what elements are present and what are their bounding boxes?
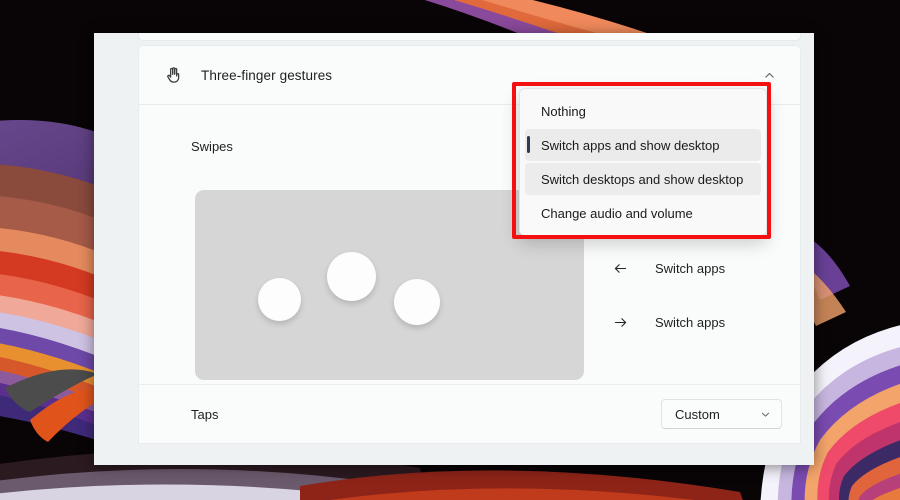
dropdown-option-nothing[interactable]: Nothing bbox=[525, 95, 761, 127]
swipe-action-right[interactable]: Switch apps bbox=[607, 295, 797, 349]
swipes-label: Swipes bbox=[191, 139, 233, 154]
chevron-down-icon bbox=[760, 409, 771, 420]
selection-accent-bar bbox=[527, 136, 530, 153]
finger-dot-center bbox=[327, 252, 376, 301]
dropdown-option-nothing-label: Nothing bbox=[541, 103, 586, 119]
taps-label: Taps bbox=[191, 406, 219, 422]
screen: Three-finger gestures Swipes Switch apps… bbox=[0, 0, 900, 500]
three-finger-gestures-dropdown[interactable]: Nothing Switch apps and show desktop Swi… bbox=[519, 88, 767, 236]
dropdown-option-change-audio-and-volume[interactable]: Change audio and volume bbox=[525, 197, 761, 229]
dropdown-option-switch-desktops-and-show-desktop[interactable]: Switch desktops and show desktop bbox=[525, 163, 761, 195]
dropdown-option-change-audio-and-volume-label: Change audio and volume bbox=[541, 205, 693, 221]
previous-setting-card-partial bbox=[138, 33, 801, 41]
three-finger-hand-icon bbox=[159, 60, 189, 90]
finger-dot-left bbox=[258, 278, 301, 321]
swipe-action-right-label: Switch apps bbox=[655, 314, 726, 330]
dropdown-option-switch-desktops-and-show-desktop-label: Switch desktops and show desktop bbox=[541, 171, 744, 187]
taps-section: Taps Custom bbox=[139, 385, 800, 443]
chevron-up-icon[interactable] bbox=[756, 62, 782, 88]
swipe-action-left-label: Switch apps bbox=[655, 260, 726, 276]
dropdown-option-switch-apps-and-show-desktop-label: Switch apps and show desktop bbox=[541, 137, 720, 153]
taps-dropdown-value: Custom bbox=[675, 406, 720, 422]
taps-dropdown[interactable]: Custom bbox=[661, 399, 782, 429]
arrow-left-icon bbox=[607, 257, 633, 279]
expander-title: Three-finger gestures bbox=[201, 67, 333, 83]
finger-dot-right bbox=[394, 279, 440, 325]
dropdown-option-switch-apps-and-show-desktop[interactable]: Switch apps and show desktop bbox=[525, 129, 761, 161]
arrow-right-icon bbox=[607, 311, 633, 333]
swipe-action-left[interactable]: Switch apps bbox=[607, 241, 797, 295]
